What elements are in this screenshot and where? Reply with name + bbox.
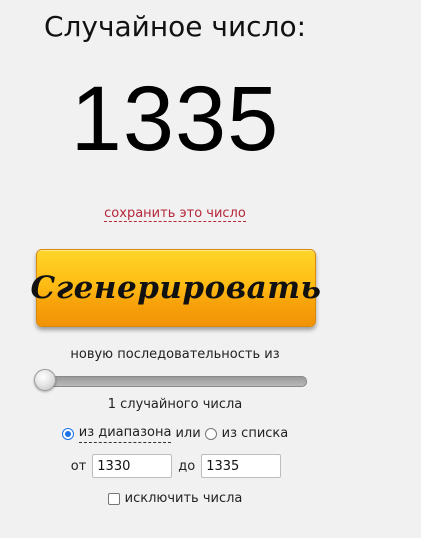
generate-button[interactable]: Сгенерировать xyxy=(31,249,321,327)
mode-selector: из диапазона или из списка xyxy=(0,424,350,443)
range-from-label: от xyxy=(70,458,87,474)
count-slider[interactable] xyxy=(34,369,307,391)
range-inputs: от до xyxy=(0,454,350,478)
range-mode-radio[interactable] xyxy=(61,427,74,440)
slider-handle[interactable] xyxy=(34,369,56,391)
slider-track[interactable] xyxy=(38,376,307,387)
list-mode-label[interactable]: из списка xyxy=(222,425,289,443)
range-to-input[interactable] xyxy=(201,454,282,478)
generate-button-label: Сгенерировать xyxy=(30,270,322,306)
sequence-label: новую последовательность из xyxy=(70,347,280,362)
save-number-link-container: сохранить это число xyxy=(0,205,350,223)
range-from-input[interactable] xyxy=(92,454,173,478)
save-number-link[interactable]: сохранить это число xyxy=(104,206,246,222)
random-number-page: Случайное число: 1335 сохранить это числ… xyxy=(0,0,421,538)
random-number-display: 1335 xyxy=(70,68,280,170)
exclude-numbers-label[interactable]: исключить числа xyxy=(125,490,243,508)
range-mode-label[interactable]: из диапазона xyxy=(78,424,172,443)
count-label: 1 случайного числа xyxy=(107,397,243,412)
range-to-label: до xyxy=(178,458,196,474)
page-title: Случайное число: xyxy=(43,10,307,43)
exclude-numbers-checkbox[interactable] xyxy=(107,493,120,505)
list-mode-radio[interactable] xyxy=(204,427,217,440)
mode-or-label: или xyxy=(175,425,201,441)
exclude-numbers-option: исключить числа xyxy=(0,490,350,508)
